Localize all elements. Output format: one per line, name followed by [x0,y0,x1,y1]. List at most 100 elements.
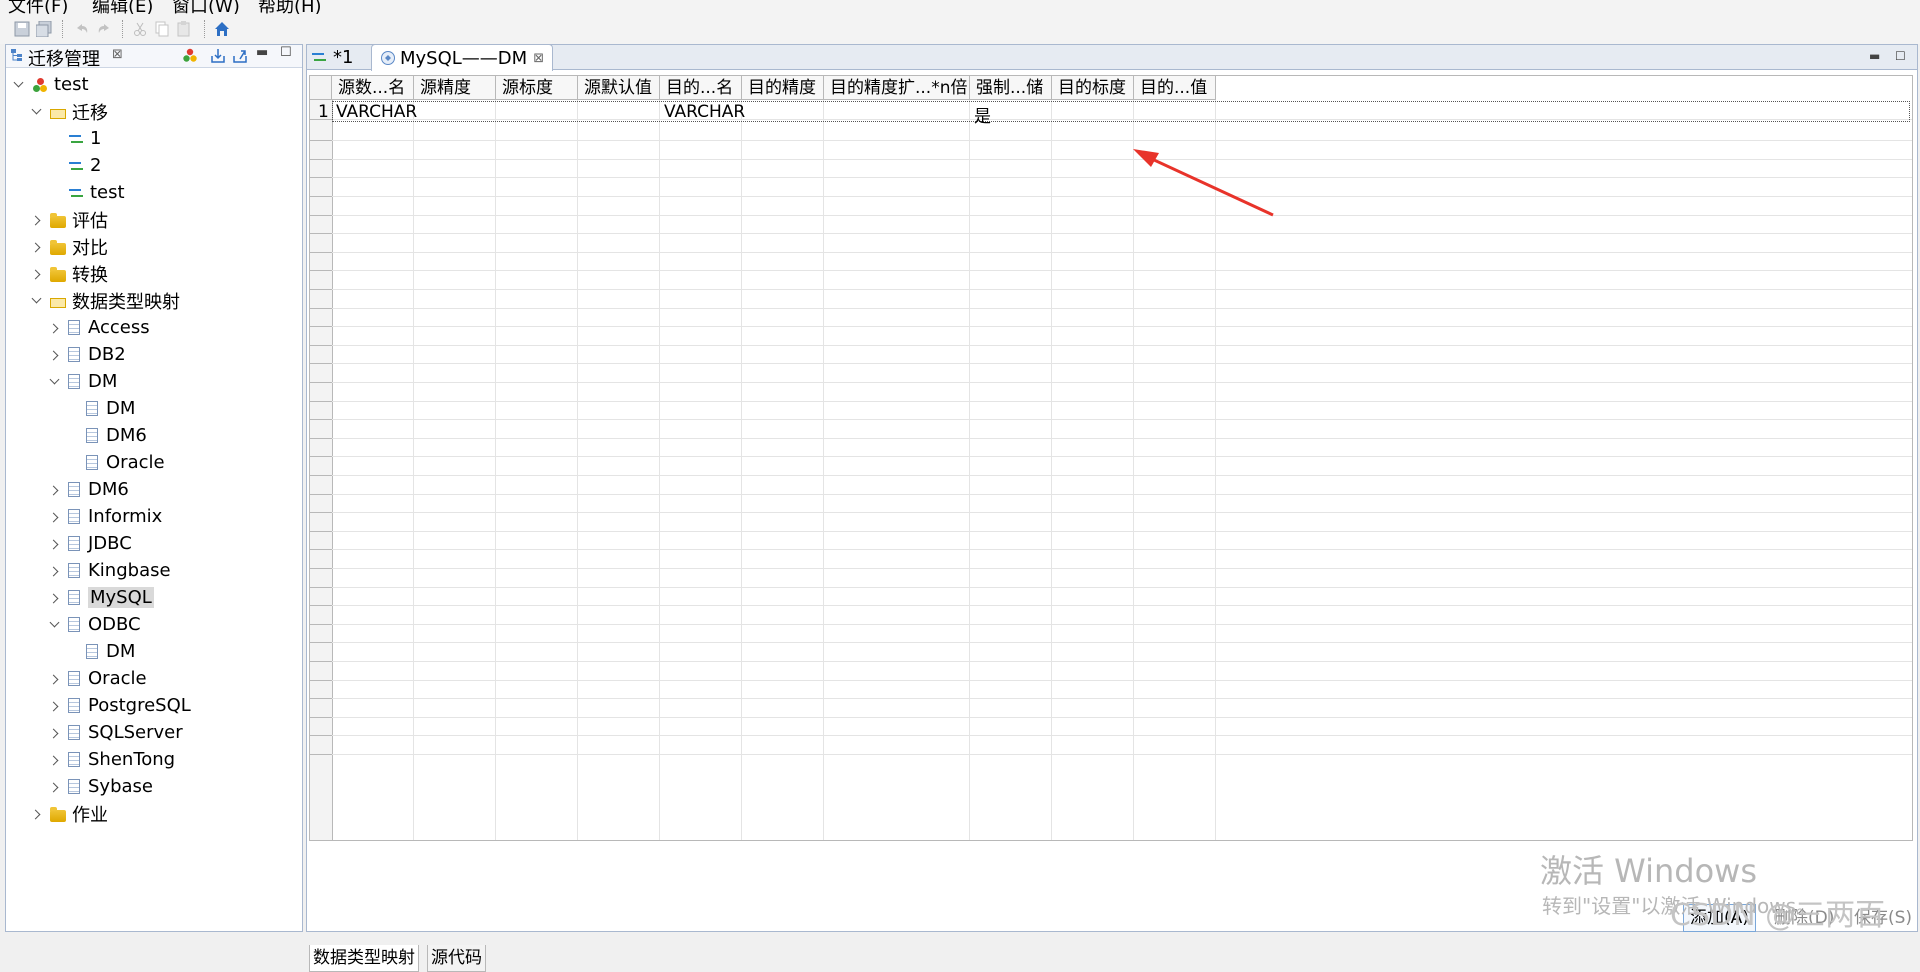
tree-item[interactable]: DM [48,368,117,395]
chevron-right-icon[interactable] [48,699,62,713]
mapping-icon [381,51,395,65]
chevron-right-icon[interactable] [48,591,62,605]
grid-cell[interactable]: VARCHAR [660,102,745,122]
column-header[interactable]: 目的精度 [742,76,824,100]
grid-row-line [310,475,1912,476]
chevron-right-icon[interactable] [48,321,62,335]
chevron-down-icon[interactable] [12,78,26,92]
minimize-icon[interactable]: ▬ [256,45,268,60]
panel-title[interactable]: 迁移管理 [28,45,100,71]
chevron-right-icon[interactable] [48,537,62,551]
tree-item[interactable]: DM [66,638,135,665]
close-icon[interactable]: ⊠ [533,51,544,66]
chevron-right-icon[interactable] [48,753,62,767]
maximize-icon[interactable]: ☐ [1895,49,1906,63]
menu-file[interactable]: 文件(F) [8,0,68,14]
grid-row-line [310,661,1912,662]
tree-item[interactable]: SQLServer [48,719,183,746]
menu-help[interactable]: 帮助(H) [258,0,322,14]
column-header[interactable]: 目的...名 [660,76,742,100]
tab-1[interactable]: *1 [311,45,353,69]
column-header[interactable]: 源默认值 [578,76,660,100]
tree-item-label: DM [106,398,136,419]
tab-source-code[interactable]: 源代码 [427,945,486,972]
tree-item[interactable]: ShenTong [48,746,175,773]
tree-item[interactable]: 1 [48,125,101,152]
folder-icon [50,212,66,228]
tree-item[interactable]: ODBC [48,611,141,638]
row-number: 1 [318,102,329,122]
tree-item[interactable]: Informix [48,503,162,530]
tree-item[interactable]: Oracle [48,665,147,692]
column-header[interactable]: 源精度 [414,76,496,100]
mapping-grid[interactable]: 源数...名 源精度 源标度 源默认值 目的...名 目的精度 目的精度扩...*n倍) 强制… [309,75,1913,841]
chevron-right-icon[interactable] [30,240,44,254]
tree-item[interactable]: Access [48,314,150,341]
tree-item[interactable]: JDBC [48,530,132,557]
tree-item[interactable]: 2 [48,152,101,179]
export-icon[interactable] [232,48,248,64]
tree-item-label: Informix [88,506,163,527]
chevron-down-icon[interactable] [48,618,62,632]
grid-cell[interactable]: 是 [970,102,1050,127]
tree-item[interactable]: 转换 [30,260,108,287]
tree-item[interactable]: 评估 [30,206,108,233]
tree-item[interactable]: PostgreSQL [48,692,191,719]
tab-mysql-dm[interactable]: MySQL——DM ⊠ [371,44,554,71]
tree-item[interactable]: test [12,71,89,98]
import-icon[interactable] [210,48,226,64]
tree-item[interactable]: DM6 [48,476,129,503]
column-header[interactable]: 目的精度扩...*n倍) [824,76,970,100]
tree-item[interactable]: test [48,179,125,206]
color-balls-icon[interactable] [182,48,198,64]
home-icon[interactable] [214,21,230,37]
chevron-right-icon[interactable] [30,213,44,227]
tree-item[interactable]: DM6 [66,422,147,449]
save-all-icon[interactable] [36,21,52,37]
tree-item[interactable]: Oracle [66,449,165,476]
chevron-right-icon[interactable] [48,348,62,362]
tree-item[interactable]: 数据类型映射 [30,287,180,314]
column-header[interactable]: 源标度 [496,76,578,100]
column-header[interactable]: 强制...储 [970,76,1052,100]
tree-item[interactable]: 对比 [30,233,108,260]
chevron-right-icon[interactable] [48,510,62,524]
chevron-right-icon[interactable] [48,672,62,686]
maximize-icon[interactable]: ☐ [280,45,292,60]
chevron-right-icon[interactable] [48,726,62,740]
redo-icon[interactable] [96,21,112,37]
tree-item[interactable]: 迁移 [30,98,108,125]
tree-item-label: Sybase [88,776,153,797]
grid-cell[interactable]: VARCHAR [332,102,417,122]
mapping-table-icon [68,482,80,497]
column-header[interactable]: 目的...值 [1134,76,1216,100]
paste-icon[interactable] [176,21,192,37]
minimize-icon[interactable]: ▬ [1869,49,1880,63]
close-icon[interactable]: ⊠ [112,47,123,62]
tree-item[interactable]: DB2 [48,341,126,368]
chevron-right-icon[interactable] [48,483,62,497]
tab-data-type-mapping[interactable]: 数据类型映射 [309,945,419,972]
menu-window[interactable]: 窗口(W) [172,0,240,14]
copy-icon[interactable] [154,21,170,37]
migration-icon [68,131,84,147]
column-header[interactable]: 目的标度 [1052,76,1134,100]
tree-item[interactable]: Kingbase [48,557,171,584]
tree-item[interactable]: MySQL [48,584,154,611]
chevron-down-icon[interactable] [30,294,44,308]
undo-icon[interactable] [74,21,90,37]
cut-icon[interactable] [132,21,148,37]
chevron-right-icon[interactable] [30,807,44,821]
chevron-down-icon[interactable] [30,105,44,119]
chevron-right-icon[interactable] [30,267,44,281]
tree-item[interactable]: 作业 [30,800,108,827]
column-header[interactable]: 源数...名 [332,76,414,100]
save-icon[interactable] [14,21,30,37]
tree-item[interactable]: Sybase [48,773,153,800]
chevron-right-icon[interactable] [48,780,62,794]
chevron-down-icon[interactable] [48,375,62,389]
grid-row-line [310,605,1912,607]
tree-item[interactable]: DM [66,395,135,422]
chevron-right-icon[interactable] [48,564,62,578]
menu-edit[interactable]: 编辑(E) [92,0,153,14]
